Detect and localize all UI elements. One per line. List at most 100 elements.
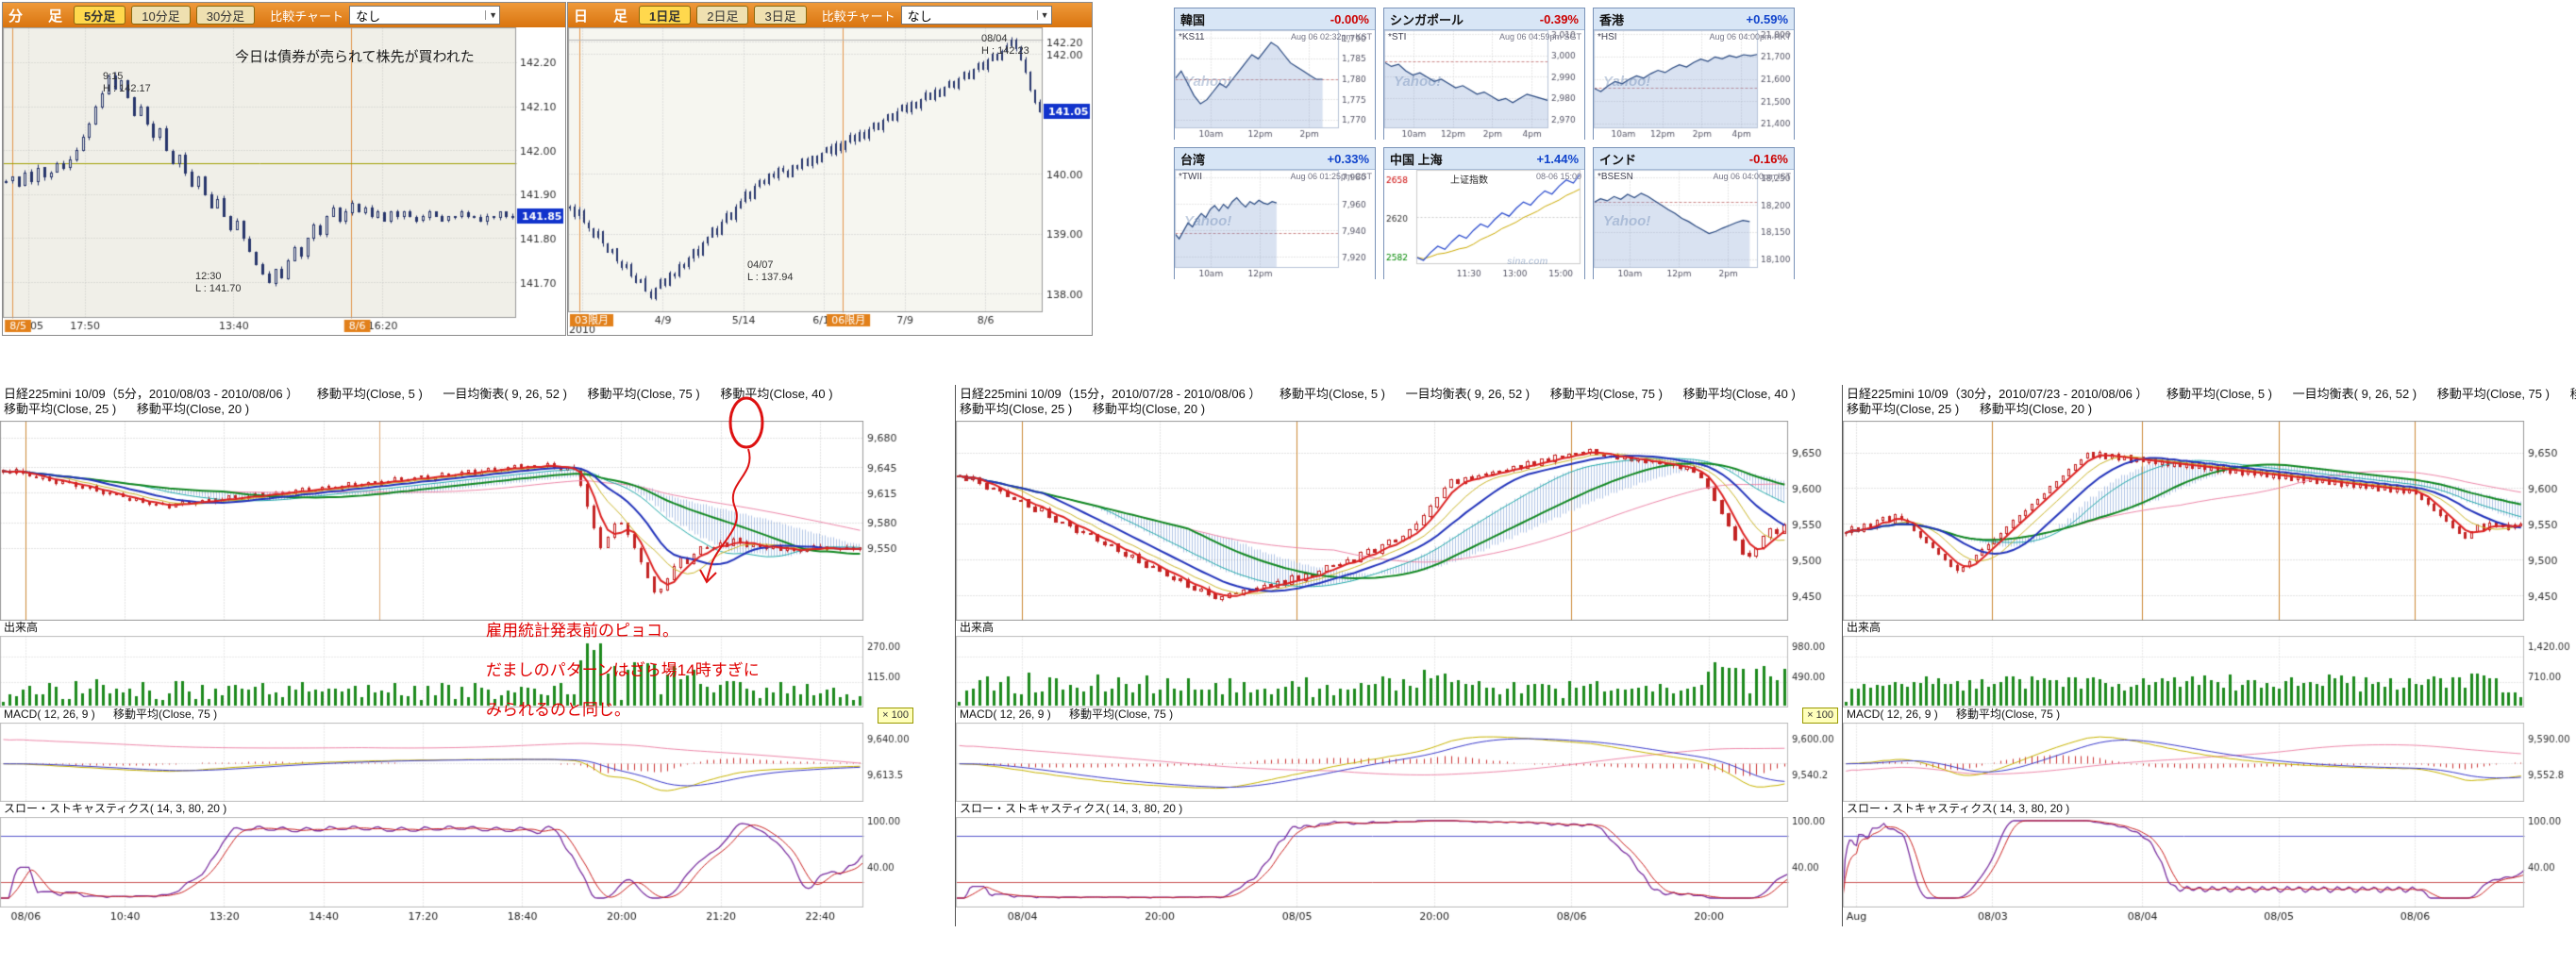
market-timestamp: Aug 06 02:32pm KST [1291, 32, 1372, 42]
volume-label-row: 出来高 [0, 621, 915, 636]
volume-chart-canvas[interactable] [1843, 636, 2576, 708]
minute-low-note: 12:30 L : 141.70 [195, 271, 242, 295]
daily-low-note: 04/07 L : 137.94 [747, 259, 794, 284]
minute-compare-select[interactable]: なし ▼ [349, 6, 500, 25]
macd-ma-label: 移動平均(Close, 75 ) [1069, 708, 1173, 721]
stochastics-label: スロー・ストキャスティクス( 14, 3, 80, 20 ) [1847, 802, 2069, 815]
price-chart-canvas[interactable] [956, 421, 1840, 621]
market-symbol: *TWII [1179, 172, 1202, 182]
volume-label-row: 出来高 [1843, 621, 2576, 636]
minute-annotation: 今日は債券が売られて株先が買われた [235, 46, 475, 66]
market-tile-singapore[interactable]: シンガポール -0.39% *STI Aug 06 04:59pm SGT Ya… [1383, 8, 1585, 140]
daily-high-note: 08/04 H : 142.23 [981, 33, 1029, 58]
indicator-ichimoku-label: 一目均衡表( 9, 26, 52 ) [443, 387, 566, 401]
sina-watermark: sina.com [1507, 257, 1547, 267]
stochastics-chart-canvas[interactable] [1843, 817, 2576, 908]
market-timestamp: Aug 06 04:00pm HKT [1709, 32, 1791, 42]
market-symbol: *KS11 [1179, 32, 1205, 42]
volume-unit-badge: × 100 [878, 708, 913, 724]
market-tile-body: *HSI Aug 06 04:00pm HKT Yahoo! [1594, 30, 1794, 140]
market-tile-body: *TWII Aug 06 01:25pm CST Yahoo! [1175, 170, 1375, 279]
panel-header: 日経225mini 10/09（15分，2010/07/28 - 2010/08… [956, 385, 1840, 421]
minute-compare-value: なし [356, 7, 380, 25]
tab-3day[interactable]: 3日足 [754, 6, 806, 25]
indicator-ma40-label: 移動平均(Close, 40 ) [1683, 387, 1796, 401]
macd-chart-canvas[interactable] [0, 723, 915, 802]
chevron-down-icon: ▼ [1037, 10, 1049, 20]
stochastics-label-row: スロー・ストキャスティクス( 14, 3, 80, 20 ) [0, 802, 915, 817]
market-symbol: 上证指数 [1450, 172, 1488, 186]
market-timestamp: Aug 06 04:00pm IST [1713, 172, 1791, 181]
market-name: 中国 上海 [1390, 150, 1443, 168]
indicator-ma20-label: 移動平均(Close, 20 ) [1980, 402, 2092, 416]
volume-chart-canvas[interactable] [956, 636, 1840, 708]
price-chart-canvas[interactable] [0, 421, 915, 621]
indicator-ma20-label: 移動平均(Close, 20 ) [1093, 402, 1205, 416]
panel-title: 日経225mini 10/09（30分，2010/07/23 - 2010/08… [1847, 387, 2148, 401]
daily-compare-select[interactable]: なし ▼ [901, 6, 1052, 25]
daily-high-value: H : 142.23 [981, 45, 1029, 57]
panel-title: 日経225mini 10/09（5分，2010/08/03 - 2010/08/… [4, 387, 298, 401]
market-tile-taiwan[interactable]: 台湾 +0.33% *TWII Aug 06 01:25pm CST Yahoo… [1174, 147, 1376, 279]
stochastics-label-row: スロー・ストキャスティクス( 14, 3, 80, 20 ) [1843, 802, 2576, 817]
market-symbol: *STI [1388, 32, 1406, 42]
stochastics-label-row: スロー・ストキャスティクス( 14, 3, 80, 20 ) [956, 802, 1840, 817]
macd-chart-canvas[interactable] [956, 723, 1840, 802]
tab-2day[interactable]: 2日足 [696, 6, 748, 25]
daily-chartbox: 08/04 H : 142.23 04/07 L : 137.94 [568, 27, 1092, 335]
market-timestamp: Aug 06 01:25pm CST [1290, 172, 1372, 181]
indicator-ma20-label: 移動平均(Close, 20 ) [137, 402, 249, 416]
macd-label: MACD( 12, 26, 9 ) [4, 708, 95, 721]
tab-1day[interactable]: 1日足 [639, 6, 691, 25]
market-change: -0.16% [1749, 152, 1788, 166]
tab-5min[interactable]: 5分足 [74, 6, 125, 25]
market-tile-korea[interactable]: 韓国 -0.00% *KS11 Aug 06 02:32pm KST Yahoo… [1174, 8, 1376, 140]
market-tile-body: *STI Aug 06 04:59pm SGT Yahoo! [1384, 30, 1584, 140]
market-tile-body: *BSESN Aug 06 04:00pm IST Yahoo! [1594, 170, 1794, 279]
market-tile-india[interactable]: インド -0.16% *BSESN Aug 06 04:00pm IST Yah… [1593, 147, 1795, 279]
chevron-down-icon: ▼ [485, 10, 497, 20]
macd-chart-canvas[interactable] [1843, 723, 2576, 802]
daily-chart-title: 日 足 [574, 6, 633, 25]
minute-chart-canvas[interactable] [3, 27, 565, 335]
market-change: +1.44% [1537, 152, 1579, 166]
panel-title: 日経225mini 10/09（15分，2010/07/28 - 2010/08… [960, 387, 1261, 401]
tab-10min[interactable]: 10分足 [131, 6, 190, 25]
shanghai-chart-canvas[interactable] [1384, 170, 1584, 279]
indicator-ichimoku-label: 一目均衡表( 9, 26, 52 ) [2293, 387, 2417, 401]
market-tile-hongkong[interactable]: 香港 +0.59% *HSI Aug 06 04:00pm HKT Yahoo! [1593, 8, 1795, 140]
compare-chart-label: 比較チャート [270, 7, 343, 25]
market-tile-header: シンガポール -0.39% [1384, 8, 1584, 30]
tab-30min[interactable]: 30分足 [196, 6, 255, 25]
minute-high-note: 9:15 H : 142.17 [103, 71, 151, 95]
asian-markets-grid: 韓国 -0.00% *KS11 Aug 06 02:32pm KST Yahoo… [1174, 8, 1804, 287]
market-tile-china[interactable]: 中国 上海 +1.44% 上证指数 08-06 15:00 sina.com [1383, 147, 1585, 279]
market-tile-header: 韓国 -0.00% [1175, 8, 1375, 30]
stochastics-chart-canvas[interactable] [0, 817, 915, 908]
indicator-ichimoku-label: 一目均衡表( 9, 26, 52 ) [1406, 387, 1530, 401]
daily-chart-toolbar: 日 足 1日足 2日足 3日足 比較チャート なし ▼ [568, 3, 1092, 27]
stochastics-chart-canvas[interactable] [956, 817, 1840, 908]
indicator-ma40-label: 移動平均(Close, 40 ) [720, 387, 832, 401]
yahoo-watermark: Yahoo! [1603, 213, 1650, 229]
macd-label: MACD( 12, 26, 9 ) [960, 708, 1051, 721]
market-change: +0.33% [1328, 152, 1369, 166]
nikkei-15min-panel: 日経225mini 10/09（15分，2010/07/28 - 2010/08… [955, 385, 1840, 926]
minute-low-time: 12:30 [195, 271, 222, 282]
indicator-ma75-label: 移動平均(Close, 75 ) [588, 387, 700, 401]
volume-chart-canvas[interactable] [0, 636, 915, 708]
daily-chart-canvas[interactable] [568, 27, 1092, 335]
macd-ma-label: 移動平均(Close, 75 ) [113, 708, 217, 721]
yahoo-watermark: Yahoo! [1184, 74, 1231, 90]
minute-chartbox: 今日は債券が売られて株先が買われた 9:15 H : 142.17 12:30 … [3, 27, 565, 335]
macd-label: MACD( 12, 26, 9 ) [1847, 708, 1938, 721]
time-axis-canvas [956, 908, 1840, 926]
volume-unit-badge: × 100 [1802, 708, 1838, 724]
macd-label-row: MACD( 12, 26, 9 ) 移動平均(Close, 75 ) × 100 [956, 708, 1840, 723]
minute-high-value: H : 142.17 [103, 83, 151, 94]
yahoo-watermark: Yahoo! [1603, 74, 1650, 90]
indicator-ma25-label: 移動平均(Close, 25 ) [960, 402, 1072, 416]
macd-ma-label: 移動平均(Close, 75 ) [1956, 708, 2060, 721]
price-chart-canvas[interactable] [1843, 421, 2576, 621]
panel-header: 日経225mini 10/09（5分，2010/08/03 - 2010/08/… [0, 385, 915, 421]
